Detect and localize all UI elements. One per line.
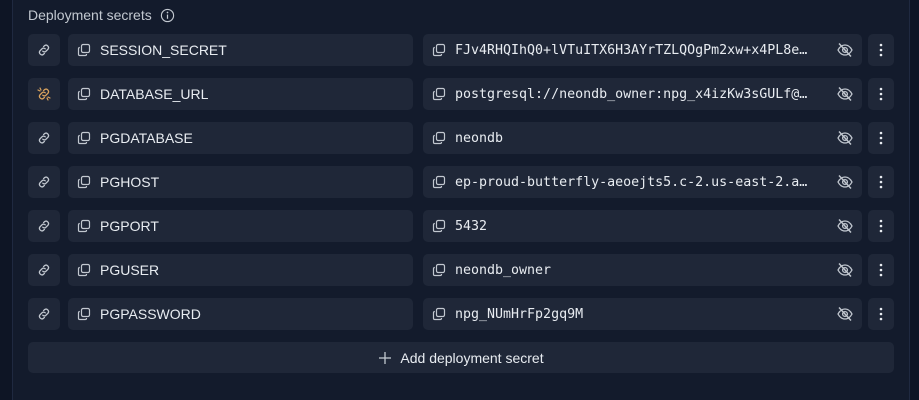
secret-value-field[interactable]: FJv4RHQIhQ0+lVTuITX6H3AYrTZLQOgPm2xw+x4P… (423, 34, 862, 66)
section-header: Deployment secrets (28, 5, 175, 25)
secret-value: npg_NUmHrFp2gq9M (455, 306, 584, 322)
eye-off-icon[interactable] (836, 173, 854, 191)
add-deployment-secret-button[interactable]: Add deployment secret (28, 342, 894, 373)
eye-off-icon[interactable] (836, 85, 854, 103)
secret-key: DATABASE_URL (100, 86, 209, 102)
kebab-menu-icon (879, 43, 883, 57)
info-icon[interactable] (160, 8, 175, 23)
eye-off-icon[interactable] (836, 217, 854, 235)
link-icon (36, 42, 52, 58)
more-options-button[interactable] (868, 122, 894, 154)
secret-key-field[interactable]: DATABASE_URL (68, 78, 413, 110)
kebab-menu-icon (879, 219, 883, 233)
secrets-list: SESSION_SECRET FJv4RHQIhQ0+lVTuITX6H3AYr… (28, 34, 894, 342)
kebab-menu-icon (879, 87, 883, 101)
copy-icon[interactable] (76, 174, 92, 190)
kebab-menu-icon (879, 307, 883, 321)
eye-off-icon[interactable] (836, 305, 854, 323)
copy-icon[interactable] (431, 262, 447, 278)
link-toggle-button[interactable] (28, 34, 60, 66)
secret-value-field[interactable]: neondb_owner (423, 254, 862, 286)
secret-value: neondb_owner (455, 262, 552, 278)
secret-key-field[interactable]: SESSION_SECRET (68, 34, 413, 66)
link-icon (36, 218, 52, 234)
secret-row: PGHOST ep-proud-butterfly-aeoejts5.c-2.u… (28, 166, 894, 198)
secret-row: PGPORT 5432 (28, 210, 894, 242)
link-icon (36, 174, 52, 190)
copy-icon[interactable] (76, 86, 92, 102)
add-button-label: Add deployment secret (400, 349, 544, 366)
secret-key: PGDATABASE (100, 130, 193, 146)
kebab-menu-icon (879, 263, 883, 277)
secret-value: ep-proud-butterfly-aeoejts5.c-2.us-east-… (455, 174, 808, 190)
secret-row: SESSION_SECRET FJv4RHQIhQ0+lVTuITX6H3AYr… (28, 34, 894, 66)
secret-key-field[interactable]: PGPORT (68, 210, 413, 242)
secret-value: postgresql://neondb_owner:npg_x4izKw3sGU… (455, 86, 808, 102)
copy-icon[interactable] (76, 42, 92, 58)
secret-row: PGDATABASE neondb (28, 122, 894, 154)
eye-off-icon[interactable] (836, 261, 854, 279)
secret-value-field[interactable]: ep-proud-butterfly-aeoejts5.c-2.us-east-… (423, 166, 862, 198)
secret-key-field[interactable]: PGDATABASE (68, 122, 413, 154)
link-toggle-button[interactable] (28, 254, 60, 286)
more-options-button[interactable] (868, 78, 894, 110)
kebab-menu-icon (879, 175, 883, 189)
more-options-button[interactable] (868, 210, 894, 242)
secret-key-field[interactable]: PGHOST (68, 166, 413, 198)
secret-value-field[interactable]: postgresql://neondb_owner:npg_x4izKw3sGU… (423, 78, 862, 110)
link-icon (36, 306, 52, 322)
link-icon (36, 262, 52, 278)
secret-value-field[interactable]: neondb (423, 122, 862, 154)
more-options-button[interactable] (868, 254, 894, 286)
secret-value-field[interactable]: npg_NUmHrFp2gq9M (423, 298, 862, 330)
secret-value: FJv4RHQIhQ0+lVTuITX6H3AYrTZLQOgPm2xw+x4P… (455, 42, 808, 58)
link-toggle-button[interactable] (28, 298, 60, 330)
secret-key-field[interactable]: PGPASSWORD (68, 298, 413, 330)
more-options-button[interactable] (868, 34, 894, 66)
link-toggle-button[interactable] (28, 122, 60, 154)
eye-off-icon[interactable] (836, 41, 854, 59)
link-toggle-button[interactable] (28, 166, 60, 198)
eye-off-icon[interactable] (836, 129, 854, 147)
link-toggle-button[interactable] (28, 210, 60, 242)
kebab-menu-icon (879, 131, 883, 145)
secret-key: PGPORT (100, 218, 159, 234)
section-title: Deployment secrets (28, 7, 152, 23)
secret-row: PGPASSWORD npg_NUmHrFp2gq9M (28, 298, 894, 330)
secret-key: PGUSER (100, 262, 160, 278)
secret-value: neondb (455, 130, 504, 146)
copy-icon[interactable] (431, 130, 447, 146)
secret-key: PGHOST (100, 174, 160, 190)
copy-icon[interactable] (431, 218, 447, 234)
secret-key: SESSION_SECRET (100, 42, 227, 58)
secret-key: PGPASSWORD (100, 306, 201, 322)
secret-key-field[interactable]: PGUSER (68, 254, 413, 286)
more-options-button[interactable] (868, 166, 894, 198)
secret-row: DATABASE_URL postgresql://neondb_owner:n… (28, 78, 894, 110)
secret-value-field[interactable]: 5432 (423, 210, 862, 242)
link-toggle-button[interactable] (28, 78, 60, 110)
secret-row: PGUSER neondb_owner (28, 254, 894, 286)
copy-icon[interactable] (431, 174, 447, 190)
copy-icon[interactable] (431, 42, 447, 58)
plus-icon (378, 351, 392, 365)
copy-icon[interactable] (76, 130, 92, 146)
link-icon (36, 130, 52, 146)
copy-icon[interactable] (76, 218, 92, 234)
copy-icon[interactable] (76, 306, 92, 322)
more-options-button[interactable] (868, 298, 894, 330)
secret-value: 5432 (455, 218, 488, 234)
copy-icon[interactable] (431, 86, 447, 102)
copy-icon[interactable] (431, 306, 447, 322)
unlink-icon (36, 86, 52, 102)
copy-icon[interactable] (76, 262, 92, 278)
